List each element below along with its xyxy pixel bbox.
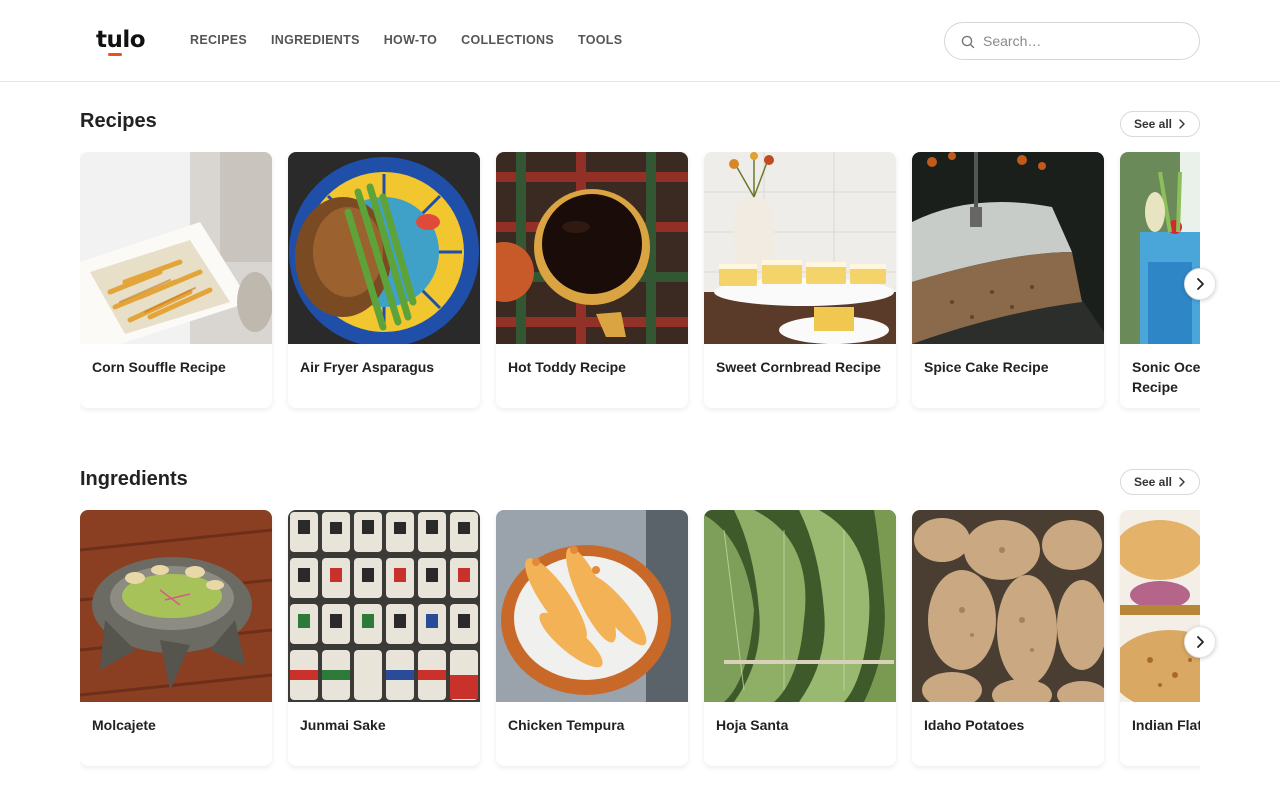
ingredient-image — [1120, 510, 1200, 702]
site-header: tulo RECIPES INGREDIENTS HOW-TO COLLECTI… — [0, 0, 1280, 82]
recipe-title: Spice Cake Recipe — [924, 359, 1049, 375]
ingredient-image — [912, 510, 1104, 702]
search-box[interactable] — [944, 22, 1200, 60]
chevron-right-icon — [1179, 477, 1185, 487]
section-title-ingredients: Ingredients — [80, 468, 188, 490]
recipe-card[interactable]: Sweet Cornbread Recipe — [704, 152, 896, 408]
ingredient-image — [288, 510, 480, 702]
ingredient-card[interactable]: Hoja Santa — [704, 510, 896, 766]
search-icon — [961, 35, 975, 49]
chevron-right-icon — [1179, 119, 1185, 129]
recipe-title: Sweet Cornbread Recipe — [716, 359, 881, 375]
recipe-image — [496, 152, 688, 344]
recipe-card[interactable]: Hot Toddy Recipe — [496, 152, 688, 408]
recipe-title: Corn Souffle Recipe — [92, 359, 226, 375]
logo-text: tulo — [96, 27, 146, 53]
ingredients-carousel[interactable]: Molcajete Junmai Sake Chicken Tempura Ho… — [80, 510, 1200, 780]
ingredients-next-button[interactable] — [1184, 626, 1216, 658]
recipe-title: Hot Toddy Recipe — [508, 359, 626, 375]
ingredient-card[interactable]: Junmai Sake — [288, 510, 480, 766]
recipe-image — [1120, 152, 1200, 344]
recipe-card[interactable]: Air Fryer Asparagus — [288, 152, 480, 408]
see-all-label: See all — [1133, 117, 1173, 131]
nav-item-how-to[interactable]: HOW-TO — [384, 33, 437, 47]
ingredient-card[interactable]: Chicken Tempura — [496, 510, 688, 766]
see-all-label: See all — [1133, 475, 1173, 489]
recipe-card[interactable]: Spice Cake Recipe — [912, 152, 1104, 408]
ingredient-image — [80, 510, 272, 702]
section-title-recipes: Recipes — [80, 110, 157, 132]
ingredient-image — [496, 510, 688, 702]
recipes-carousel[interactable]: Corn Souffle Recipe Air Fryer Asparagus … — [80, 152, 1200, 422]
recipes-next-button[interactable] — [1184, 268, 1216, 300]
chevron-right-icon — [1197, 636, 1204, 648]
nav-item-recipes[interactable]: RECIPES — [190, 33, 247, 47]
nav-item-collections[interactable]: COLLECTIONS — [461, 33, 554, 47]
see-all-ingredients-button[interactable]: See all — [1120, 469, 1200, 495]
ingredient-title: Junmai Sake — [300, 717, 386, 733]
chevron-right-icon — [1197, 278, 1204, 290]
search-input[interactable] — [983, 31, 1183, 51]
logo-accent-mark — [108, 53, 122, 56]
recipe-image — [912, 152, 1104, 344]
recipe-title: Sonic Ocean Water Recipe — [1132, 359, 1200, 395]
nav-item-tools[interactable]: TOOLS — [578, 33, 622, 47]
ingredient-image — [704, 510, 896, 702]
recipe-image — [704, 152, 896, 344]
ingredient-title: Idaho Potatoes — [924, 717, 1025, 733]
recipe-image — [288, 152, 480, 344]
main-nav: RECIPES INGREDIENTS HOW-TO COLLECTIONS T… — [190, 33, 622, 47]
ingredient-title: Chicken Tempura — [508, 717, 625, 733]
ingredient-title: Molcajete — [92, 717, 156, 733]
nav-item-ingredients[interactable]: INGREDIENTS — [271, 33, 360, 47]
logo[interactable]: tulo — [96, 27, 146, 57]
ingredient-card[interactable]: Molcajete — [80, 510, 272, 766]
recipe-title: Air Fryer Asparagus — [300, 359, 435, 375]
ingredient-title: Hoja Santa — [716, 717, 789, 733]
see-all-recipes-button[interactable]: See all — [1120, 111, 1200, 137]
recipe-card[interactable]: Corn Souffle Recipe — [80, 152, 272, 408]
recipe-image — [80, 152, 272, 344]
ingredient-card[interactable]: Idaho Potatoes — [912, 510, 1104, 766]
ingredient-title: Indian Flatbread — [1132, 717, 1200, 733]
